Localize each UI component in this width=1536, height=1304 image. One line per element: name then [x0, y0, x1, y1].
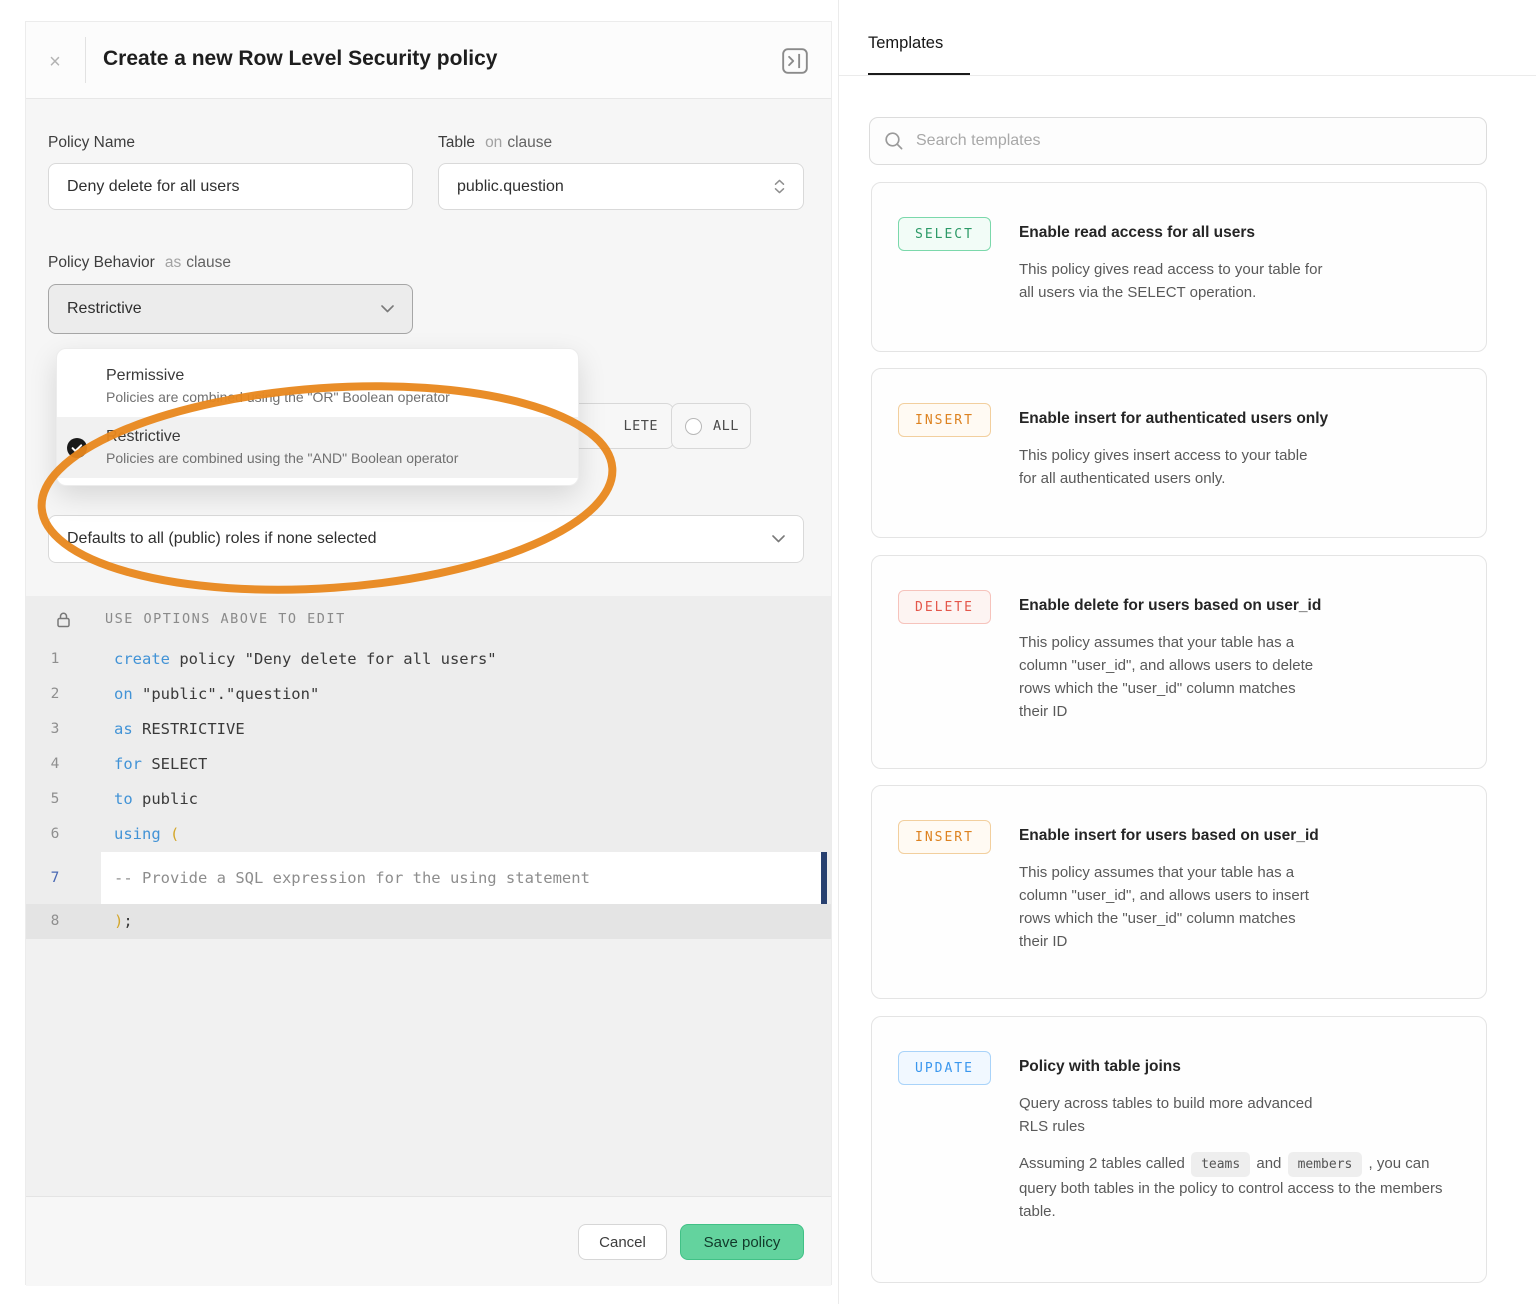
template-title: Enable read access for all users: [1019, 222, 1460, 244]
policy-behavior-dropdown: Permissive Policies are combined using th…: [56, 348, 579, 486]
dropdown-option-description: Policies are combined using the "AND" Bo…: [106, 450, 562, 466]
inline-code-chip: teams: [1191, 1152, 1250, 1177]
template-description: This policy gives insert access to your …: [1019, 444, 1460, 490]
code-line-8: 8);: [26, 904, 831, 939]
chevron-up-down-icon: [774, 179, 785, 194]
table-select[interactable]: public.question: [438, 163, 804, 210]
tabbar-border: [839, 75, 1536, 76]
table-label: Tableonclause: [438, 134, 552, 152]
save-policy-button[interactable]: Save policy: [680, 1224, 804, 1260]
roles-select[interactable]: Defaults to all (public) roles if none s…: [48, 515, 804, 563]
editor-locked-note: USE OPTIONS ABOVE TO EDIT: [105, 611, 346, 627]
line-number: 2: [26, 677, 84, 712]
close-icon[interactable]: ×: [42, 49, 68, 75]
template-card[interactable]: INSERT Enable insert for users based on u…: [871, 785, 1487, 999]
cancel-button[interactable]: Cancel: [578, 1224, 667, 1260]
editor-locked-row: USE OPTIONS ABOVE TO EDIT: [26, 596, 831, 642]
line-number: 4: [26, 747, 84, 782]
template-badge-select: SELECT: [898, 217, 991, 251]
template-badge-insert: INSERT: [898, 820, 991, 854]
template-search[interactable]: [869, 117, 1487, 165]
policy-behavior-label: Policy Behaviorasclause: [48, 254, 231, 272]
lock-icon: [55, 611, 72, 628]
code-line-2: 2on "public"."question": [26, 677, 831, 712]
dropdown-option-restrictive[interactable]: Restrictive Policies are combined using t…: [57, 417, 578, 478]
command-radio-all-label: ALL: [713, 418, 739, 434]
check-circle-icon: [66, 437, 88, 459]
template-description: This policy gives read access to your ta…: [1019, 258, 1460, 304]
dialog-header: × Create a new Row Level Security policy: [26, 22, 831, 99]
search-input[interactable]: [916, 132, 1472, 150]
collapse-panel-icon[interactable]: [782, 47, 810, 75]
line-number: 5: [26, 782, 84, 817]
template-description: Query across tables to build more advanc…: [1019, 1092, 1460, 1138]
template-badge-update: UPDATE: [898, 1051, 991, 1085]
dialog-title: Create a new Row Level Security policy: [103, 47, 497, 71]
line-number: 1: [26, 642, 84, 677]
chevron-down-icon: [772, 535, 785, 543]
template-description: Assuming 2 tables called teams and membe…: [1019, 1152, 1460, 1223]
code-text: -- Provide a SQL expression for the usin…: [26, 869, 590, 887]
dropdown-option-description: Policies are combined using the "OR" Boo…: [106, 389, 562, 405]
chevron-down-icon: [381, 305, 394, 313]
dropdown-option-title: Restrictive: [106, 428, 562, 446]
line-number: 6: [26, 817, 84, 852]
dialog-footer: Cancel Save policy: [26, 1196, 831, 1286]
code-line-6: 6using (: [26, 817, 831, 852]
template-badge-insert: INSERT: [898, 403, 991, 437]
tab-templates[interactable]: Templates: [868, 34, 943, 53]
template-card[interactable]: SELECT Enable read access for all users Th…: [871, 182, 1487, 352]
rls-policy-page: × Create a new Row Level Security policy…: [0, 0, 1536, 1304]
code-line-5: 5to public: [26, 782, 831, 817]
create-policy-dialog: × Create a new Row Level Security policy…: [25, 21, 832, 1285]
template-card[interactable]: DELETE Enable delete for users based on u…: [871, 555, 1487, 769]
template-card[interactable]: INSERT Enable insert for authenticated us…: [871, 368, 1487, 538]
editor-scrollbar[interactable]: [821, 852, 827, 904]
template-card[interactable]: UPDATE Policy with table joins Query acros…: [871, 1016, 1487, 1283]
line-number: 8: [26, 904, 84, 939]
template-badge-delete: DELETE: [898, 590, 991, 624]
line-number: 7: [26, 852, 84, 904]
command-radio-delete-label: LETE: [623, 418, 658, 434]
template-description: This policy assumes that your table has …: [1019, 861, 1460, 953]
template-title: Policy with table joins: [1019, 1056, 1460, 1078]
policy-name-input[interactable]: [48, 163, 413, 210]
code-text: create policy "Deny delete for all users…: [26, 650, 497, 668]
dropdown-option-permissive[interactable]: Permissive Policies are combined using th…: [57, 356, 578, 417]
code-line-3: 3as RESTRICTIVE: [26, 712, 831, 747]
search-icon: [884, 131, 904, 151]
header-divider: [85, 37, 86, 83]
dropdown-option-title: Permissive: [106, 367, 562, 385]
sql-editor[interactable]: USE OPTIONS ABOVE TO EDIT 1create policy…: [26, 596, 831, 1196]
templates-panel: Templates SELECT Enable read access for a…: [838, 0, 1536, 1304]
template-title: Enable delete for users based on user_id: [1019, 595, 1460, 617]
template-description: This policy assumes that your table has …: [1019, 631, 1460, 723]
inline-code-chip: members: [1288, 1152, 1363, 1177]
template-title: Enable insert for users based on user_id: [1019, 825, 1460, 847]
line-number: 3: [26, 712, 84, 747]
policy-name-label: Policy Name: [48, 134, 135, 152]
code-line-4: 4for SELECT: [26, 747, 831, 782]
code-line-1: 1create policy "Deny delete for all user…: [26, 642, 831, 677]
policy-behavior-select[interactable]: Restrictive: [48, 284, 413, 334]
template-title: Enable insert for authenticated users on…: [1019, 408, 1460, 430]
radio-circle-icon: [685, 418, 702, 435]
code-line-7[interactable]: 7-- Provide a SQL expression for the usi…: [26, 852, 831, 904]
command-radio-all[interactable]: ALL: [671, 403, 751, 449]
